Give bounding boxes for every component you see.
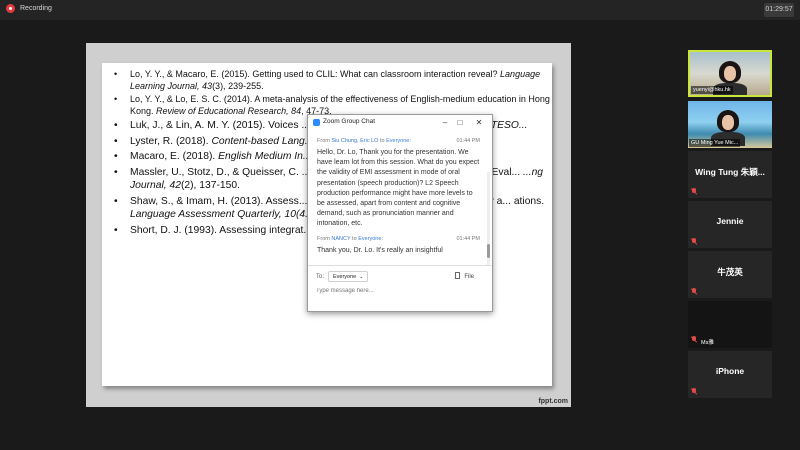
chat-message: From Siu Chung, Eric LO to Everyone: 01:… (308, 138, 492, 230)
file-label: File (464, 274, 474, 280)
to-label: To: (316, 274, 325, 280)
participant-name: Jennie (716, 216, 744, 226)
recording-indicator[interactable]: Recording (6, 4, 52, 13)
chat-titlebar[interactable]: Zoom Group Chat – □ ✕ (308, 115, 492, 130)
message-header: From NANCY to Everyone: 01:44 PM (317, 236, 492, 246)
participant-name: GU Ming Yue Mic... (689, 139, 741, 147)
zoom-meeting-window: Recording 01:29:57 Lo, Y. Y., & Macaro, … (0, 0, 800, 450)
record-icon (6, 4, 15, 13)
chevron-down-icon: ⌄ (359, 274, 364, 280)
sender-name[interactable]: NANCY (331, 236, 350, 242)
to-label: to (378, 138, 387, 144)
file-icon (455, 272, 461, 279)
participant-tile[interactable]: Jennie (688, 201, 772, 248)
participant-tile[interactable]: yuenyi@hku.hk (688, 50, 772, 97)
sender-name[interactable]: Siu Chung, Eric LO (331, 138, 378, 144)
zoom-group-chat-window[interactable]: Zoom Group Chat – □ ✕ From Siu Chung, Er… (307, 114, 493, 312)
participant-name: Ms雅 (701, 340, 714, 346)
header-suffix: : (409, 138, 411, 144)
participant-tile[interactable]: Ms雅 (688, 301, 772, 348)
participant-name: Wing Tung 朱穎... (695, 167, 765, 177)
message-text: Thank you, Dr. Lo. It's really an insigh… (317, 246, 443, 254)
message-time: 01:44 PM (456, 138, 480, 144)
mic-muted-icon (691, 238, 697, 245)
recipient-dropdown[interactable]: Everyone ⌄ (328, 271, 369, 282)
mic-muted-icon (691, 388, 697, 395)
file-button[interactable]: File (455, 272, 474, 280)
top-bar: Recording 01:29:57 (0, 0, 800, 20)
mic-muted-icon (691, 336, 697, 343)
message-input[interactable] (316, 288, 486, 294)
from-label: From (317, 235, 332, 242)
chat-message: From NANCY to Everyone: 01:44 PM Thank y… (308, 236, 492, 256)
chat-scrollbar[interactable] (487, 172, 490, 278)
close-icon[interactable]: ✕ (473, 117, 485, 128)
recording-label: Recording (20, 5, 52, 12)
message-text: Hello, Dr. Lo, Thank you for the present… (317, 149, 480, 228)
message-time: 01:44 PM (456, 235, 480, 242)
scroll-thumb[interactable] (487, 244, 490, 258)
maximize-icon[interactable]: □ (454, 117, 466, 128)
slide-watermark: fppt.com (538, 398, 568, 405)
recipient-name[interactable]: Everyone (386, 138, 409, 144)
participant-tile[interactable]: 牛茂英 (688, 251, 772, 298)
mic-muted-icon (691, 188, 697, 195)
chat-compose-area: To: Everyone ⌄ File (308, 265, 492, 311)
participant-tile[interactable]: GU Ming Yue Mic... (688, 101, 772, 148)
from-label: From (317, 138, 332, 144)
chat-messages[interactable]: From Siu Chung, Eric LO to Everyone: 01:… (308, 132, 492, 278)
participant-video-figure (711, 110, 745, 146)
recipient-value: Everyone (333, 274, 357, 280)
chat-title: Zoom Group Chat (323, 118, 376, 125)
reference-item: Lo, Y. Y., & Macaro, E. (2015). Getting … (110, 69, 550, 92)
zoom-logo-icon (313, 119, 320, 126)
header-suffix: : (381, 235, 383, 242)
participant-video-figure (713, 61, 747, 95)
participant-name: iPhone (715, 366, 745, 376)
participant-name: yuenyi@hku.hk (691, 86, 733, 94)
recipient-name[interactable]: Everyone (358, 236, 381, 242)
message-header: From Siu Chung, Eric LO to Everyone: 01:… (317, 138, 492, 148)
minimize-icon[interactable]: – (439, 117, 451, 128)
meeting-timer: 01:29:57 (764, 3, 794, 17)
mic-muted-icon (691, 288, 697, 295)
participant-tile[interactable]: Wing Tung 朱穎... (688, 151, 772, 198)
participant-tile[interactable]: iPhone (688, 351, 772, 398)
participant-name: 牛茂英 (717, 267, 743, 277)
